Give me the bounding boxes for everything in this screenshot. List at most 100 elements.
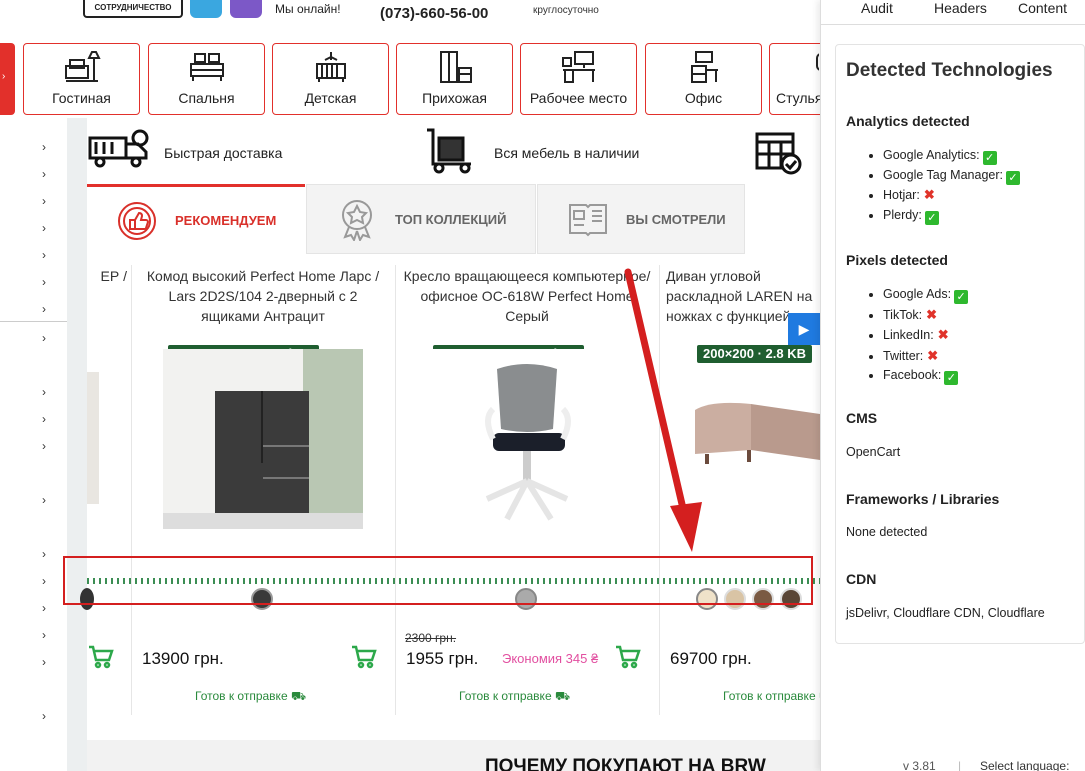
chevron-right-icon[interactable]: › <box>42 194 46 208</box>
product-image[interactable] <box>163 349 363 529</box>
analytics-heading: Analytics detected <box>846 113 970 129</box>
cart-icon[interactable] <box>615 645 641 674</box>
check-icon: ✓ <box>944 371 959 385</box>
phone-number[interactable]: (073)-660-56-00 <box>380 5 488 22</box>
star-award-icon <box>335 197 379 243</box>
tab-label: ТОП КОЛЛЕКЦИЙ <box>395 211 507 227</box>
play-icon[interactable]: ▶ <box>788 313 820 345</box>
divider <box>820 24 1085 25</box>
staff-button[interactable]: сотрудничество <box>83 0 183 18</box>
chevron-right-icon[interactable]: › <box>42 412 46 426</box>
chevron-right-icon[interactable]: › <box>42 547 46 561</box>
tab-headers[interactable]: Headers <box>934 0 987 16</box>
category-kids[interactable]: Детская <box>272 43 389 115</box>
chevron-right-icon[interactable]: › <box>42 601 46 615</box>
tab-content[interactable]: Content <box>1018 0 1067 16</box>
truck-icon: ⛟ <box>554 689 571 703</box>
divider <box>0 321 67 322</box>
pixels-heading: Pixels detected <box>846 252 948 268</box>
separator: | <box>958 759 962 771</box>
pixels-list: Google Ads:✓ TikTok:✖ LinkedIn:✖ Twitter… <box>883 285 969 386</box>
panel-title: Detected Technologies <box>846 60 1053 81</box>
image-info-badge: 200×200 · 2.8 KB <box>697 345 812 363</box>
catalog-book-icon <box>566 197 610 241</box>
list-item: Google Tag Manager:✓ <box>883 166 1020 186</box>
product-image-partial[interactable] <box>87 372 99 504</box>
chevron-right-icon[interactable]: › <box>42 140 46 154</box>
product-image[interactable] <box>691 380 820 470</box>
check-icon: ✓ <box>924 210 939 225</box>
cross-icon: ✖ <box>937 327 949 342</box>
cross-icon: ✖ <box>926 306 938 322</box>
list-item: Google Analytics:✓ <box>883 146 1020 166</box>
product-title-partial[interactable]: ЕР / <box>67 266 127 286</box>
product-image[interactable] <box>427 349 627 529</box>
viber-icon[interactable] <box>230 0 262 18</box>
chevron-right-icon[interactable]: › <box>42 709 46 723</box>
telegram-icon[interactable] <box>190 0 222 18</box>
tab-audit[interactable]: Audit <box>861 0 893 16</box>
category-label: Спальня <box>178 90 235 106</box>
thumbs-up-badge-icon <box>115 199 159 243</box>
list-item: Plerdy:✓ <box>883 206 1020 226</box>
sidebar-gutter <box>67 118 87 771</box>
desk-computer-icon <box>521 44 636 88</box>
category-hallway[interactable]: Прихожая <box>396 43 513 115</box>
column-divider <box>131 265 132 715</box>
category-living-room[interactable]: Гостиная <box>23 43 140 115</box>
left-sidebar <box>0 118 67 771</box>
category-bedroom[interactable]: Спальня <box>148 43 265 115</box>
list-item: Google Ads:✓ <box>883 285 969 305</box>
product-title[interactable]: Комод высокий Perfect Home Ларс / Lars 2… <box>138 266 388 326</box>
analytics-list: Google Analytics:✓ Google Tag Manager:✓ … <box>883 146 1020 225</box>
cart-icon[interactable] <box>88 645 114 674</box>
ready-to-ship: Готов к отправке ⛟ <box>723 689 834 705</box>
chevron-right-icon[interactable]: › <box>42 221 46 235</box>
catalog-toggle-button[interactable]: › <box>0 43 15 115</box>
warehouse-cart-icon <box>425 128 475 179</box>
bed-icon <box>149 44 264 88</box>
tab-label: РЕКОМЕНДУЕМ <box>175 213 277 228</box>
chevron-right-icon[interactable]: › <box>42 331 46 345</box>
feature-delivery: Быстрая доставка <box>164 145 283 161</box>
truck-icon: ⛟ <box>290 689 307 703</box>
chevron-right-icon[interactable]: › <box>42 574 46 588</box>
ready-to-ship: Готов к отправке ⛟ <box>459 689 571 703</box>
chevron-right-icon[interactable]: › <box>42 385 46 399</box>
category-office[interactable]: Офис <box>645 43 762 115</box>
chevron-right-icon[interactable]: › <box>42 167 46 181</box>
chevron-right-icon[interactable]: › <box>42 655 46 669</box>
category-workplace[interactable]: Рабочее место <box>520 43 637 115</box>
category-label: Офис <box>684 90 723 106</box>
product-old-price: 2300 грн. <box>405 631 457 645</box>
category-label: Прихожая <box>422 90 487 106</box>
list-item: TikTok:✖ <box>883 305 968 326</box>
product-price: 13900 грн. <box>142 649 224 668</box>
wardrobe-icon <box>397 44 512 88</box>
list-item: Twitter:✖ <box>883 346 968 367</box>
cross-icon: ✖ <box>927 347 939 363</box>
select-language[interactable]: Select language: <box>980 759 1069 771</box>
chevron-right-icon[interactable]: › <box>42 248 46 262</box>
chevron-right-icon[interactable]: › <box>42 628 46 642</box>
frameworks-value: None detected <box>846 525 928 539</box>
cms-value: OpenCart <box>846 445 901 459</box>
office-icon <box>646 44 761 88</box>
cms-heading: CMS <box>846 410 878 426</box>
tab-recommended[interactable]: РЕКОМЕНДУЕМ <box>87 184 305 254</box>
chevron-right-icon[interactable]: › <box>42 439 46 453</box>
sofa-lamp-icon <box>24 44 139 88</box>
category-label: Рабочее место <box>529 90 628 106</box>
discount-text: Экономия 345 ₴ <box>502 651 599 666</box>
list-item: Hotjar:✖ <box>883 185 1020 206</box>
calendar-check-icon <box>755 128 803 181</box>
list-item: Facebook:✓ <box>883 366 968 386</box>
why-heading: ПОЧЕМУ ПОКУПАЮТ НА BRW <box>485 756 766 771</box>
cdn-value: jsDelivr, Cloudflare CDN, Cloudflare <box>846 606 1045 620</box>
chevron-right-icon[interactable]: › <box>42 275 46 289</box>
tab-top-collections[interactable]: ТОП КОЛЛЕКЦИЙ <box>306 184 536 254</box>
tab-viewed[interactable]: ВЫ СМОТРЕЛИ <box>537 184 745 254</box>
chevron-right-icon[interactable]: › <box>42 302 46 316</box>
cart-icon[interactable] <box>351 645 377 674</box>
chevron-right-icon[interactable]: › <box>42 493 46 507</box>
